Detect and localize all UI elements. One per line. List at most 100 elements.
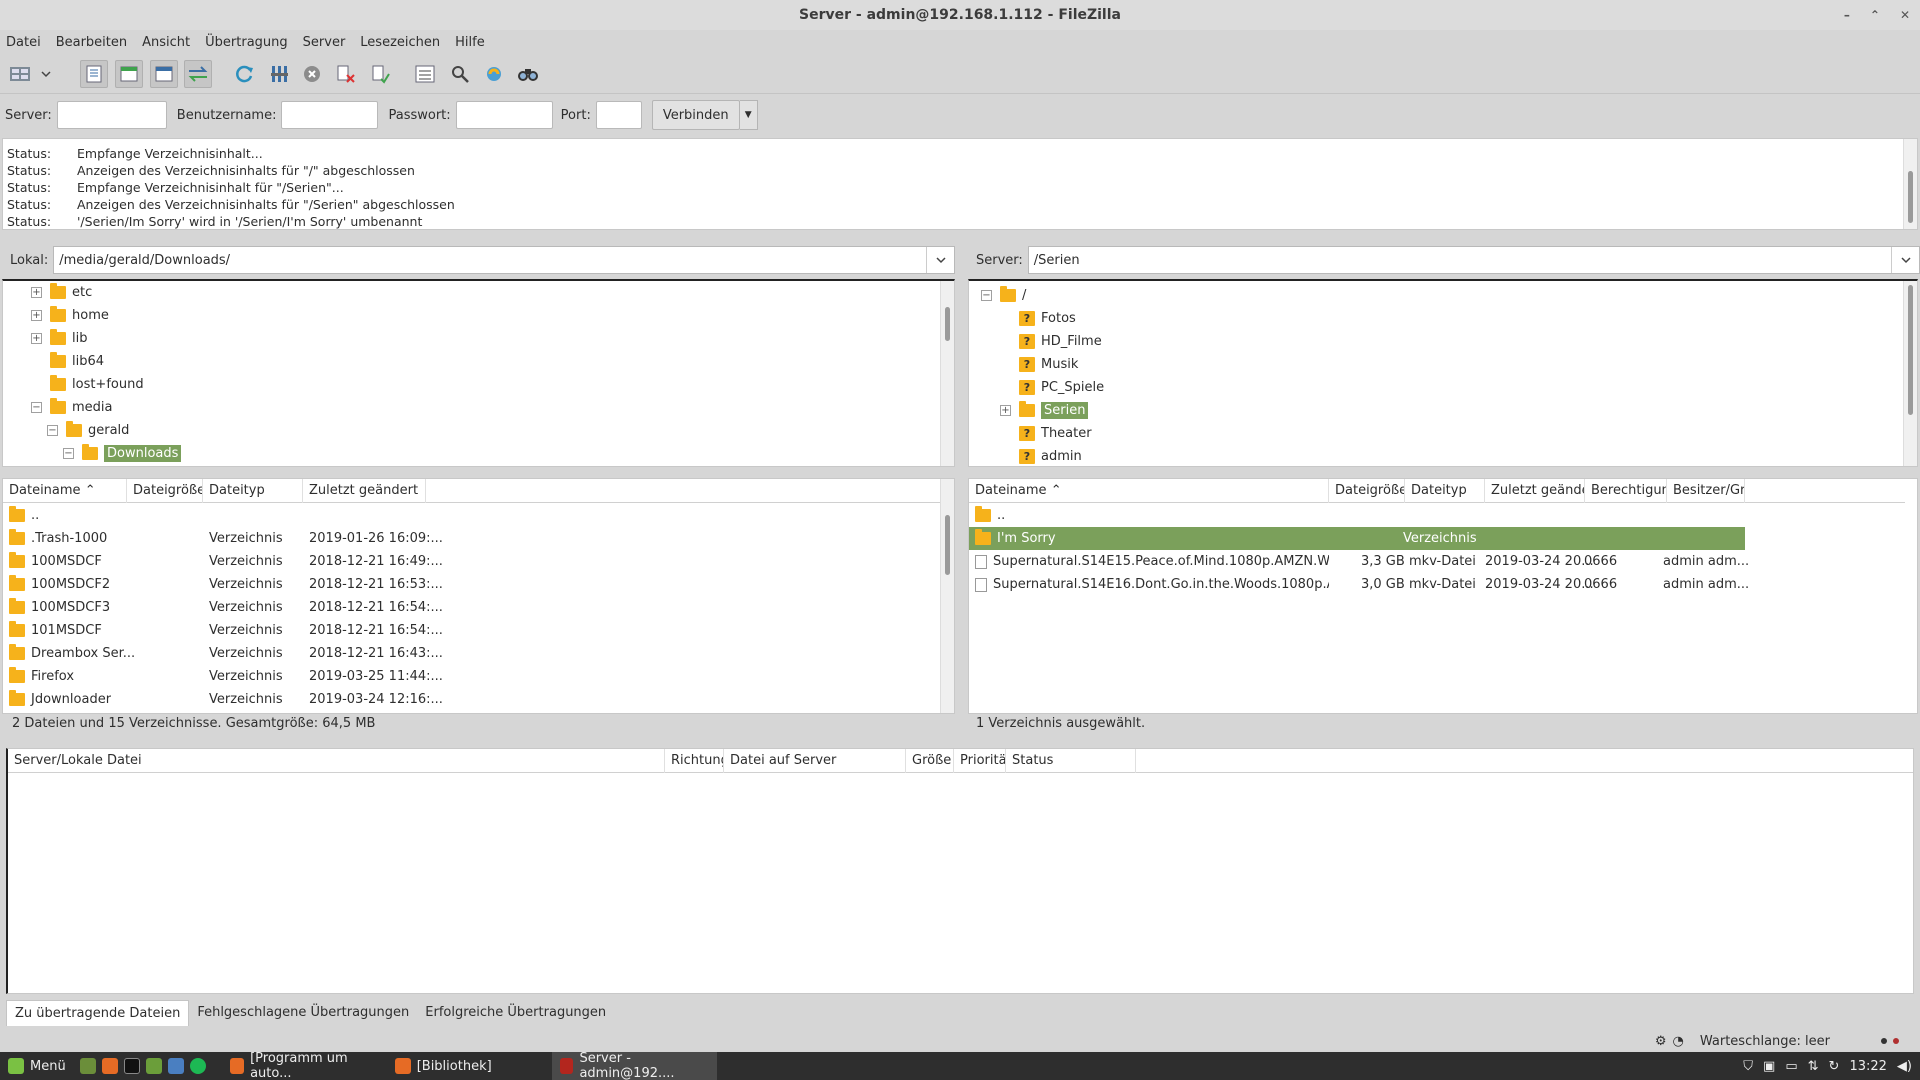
table-row-selected[interactable]: I'm Sorry Verzeichnis: [969, 527, 1745, 550]
minimize-icon[interactable]: –: [1844, 0, 1850, 30]
site-manager-icon[interactable]: [6, 60, 34, 88]
show-desktop-icon[interactable]: [79, 1058, 96, 1074]
tab-failed-transfers[interactable]: Fehlgeschlagene Übertragungen: [189, 1000, 417, 1026]
menu-ansicht[interactable]: Ansicht: [142, 35, 190, 50]
message-log[interactable]: Status: Empfange Verzeichnisinhalt... Sta…: [2, 138, 1918, 230]
tree-item-pc-spiele[interactable]: ? PC_Spiele: [1019, 376, 1104, 398]
refresh-icon[interactable]: [230, 60, 258, 88]
tree-item-theater[interactable]: ? Theater: [1019, 422, 1092, 444]
mail-launcher-icon[interactable]: [167, 1058, 184, 1074]
column-remote-file[interactable]: Datei auf Server: [724, 749, 906, 773]
menu-bearbeiten[interactable]: Bearbeiten: [56, 35, 127, 50]
table-row[interactable]: Firefox Verzeichnis 2019-03-25 11:44:...: [3, 665, 942, 688]
remote-path-input[interactable]: /Serien: [1027, 246, 1920, 274]
column-filename[interactable]: Dateiname ⌃: [3, 479, 127, 503]
chevron-down-icon[interactable]: [38, 60, 54, 88]
toggle-remote-tree-icon[interactable]: [150, 60, 178, 88]
menu-lesezeichen[interactable]: Lesezeichen: [360, 35, 440, 50]
column-permissions[interactable]: Berechtigung: [1585, 479, 1667, 503]
column-modified[interactable]: Zuletzt geändert: [1485, 479, 1585, 503]
start-menu-button[interactable]: Menü: [0, 1052, 74, 1080]
table-row[interactable]: Dreambox Ser... Verzeichnis 2018-12-21 1…: [3, 642, 942, 665]
local-tree-scrollbar[interactable]: [940, 281, 954, 466]
connect-button[interactable]: Verbinden: [651, 100, 740, 130]
menu-hilfe[interactable]: Hilfe: [455, 35, 485, 50]
tree-item-gerald[interactable]: − gerald: [47, 419, 129, 441]
clipboard-icon[interactable]: ▣: [1763, 1059, 1775, 1074]
tree-item-hd-filme[interactable]: ? HD_Filme: [1019, 330, 1102, 352]
table-row[interactable]: Jdownloader Verzeichnis 2019-03-24 12:16…: [3, 688, 942, 711]
terminal-launcher-icon[interactable]: [123, 1058, 140, 1074]
table-row[interactable]: ..: [969, 504, 1745, 527]
table-row[interactable]: 100MSDCF2 Verzeichnis 2018-12-21 16:53:.…: [3, 573, 942, 596]
directory-listing-filter-icon[interactable]: [411, 60, 439, 88]
disconnect-icon[interactable]: [332, 60, 360, 88]
sync-browsing-icon[interactable]: [480, 60, 508, 88]
remote-tree-scrollbar[interactable]: [1903, 281, 1917, 466]
battery-icon[interactable]: ▭: [1785, 1059, 1797, 1074]
column-direction[interactable]: Richtung: [665, 749, 724, 773]
speed-limit-icon[interactable]: ◔: [1673, 1034, 1684, 1049]
tree-item-home[interactable]: + home: [31, 304, 109, 326]
tree-item-etc[interactable]: + etc: [31, 281, 92, 303]
remote-directory-tree[interactable]: − / ? Fotos ? HD_Filme ? Musik ? PC_Spiele + S…: [968, 279, 1918, 467]
close-icon[interactable]: ✕: [1900, 0, 1910, 30]
column-filesize[interactable]: Dateigröße: [127, 479, 203, 503]
table-row[interactable]: ..: [3, 504, 942, 527]
chevron-down-icon[interactable]: [1891, 247, 1919, 273]
username-input[interactable]: [281, 101, 379, 129]
server-input[interactable]: [56, 101, 167, 129]
cancel-icon[interactable]: [298, 60, 326, 88]
tree-item-lost-found[interactable]: lost+found: [50, 373, 144, 395]
local-list-scrollbar[interactable]: [940, 479, 954, 713]
table-row[interactable]: 101MSDCF Verzeichnis 2018-12-21 16:54:..…: [3, 619, 942, 642]
firefox-launcher-icon[interactable]: [101, 1058, 118, 1074]
column-status[interactable]: Status: [1006, 749, 1136, 773]
tree-item-admin[interactable]: ? admin: [1019, 445, 1082, 466]
compare-directories-icon[interactable]: [446, 60, 474, 88]
spotify-launcher-icon[interactable]: [189, 1058, 206, 1074]
connect-history-dropdown[interactable]: ▼: [739, 100, 758, 130]
table-row[interactable]: .Trash-1000 Verzeichnis 2019-01-26 16:09…: [3, 527, 942, 550]
menu-uebertragung[interactable]: Übertragung: [205, 35, 288, 50]
table-row[interactable]: 100MSDCF Verzeichnis 2018-12-21 16:49:..…: [3, 550, 942, 573]
settings-gear-icon[interactable]: ⚙: [1655, 1034, 1667, 1049]
taskbar-item-filezilla[interactable]: Server - admin@192....: [551, 1051, 717, 1080]
local-directory-tree[interactable]: + etc + home + lib lib64 lost+found − media …: [2, 279, 955, 467]
column-filename[interactable]: Dateiname ⌃: [969, 479, 1329, 503]
column-local-file[interactable]: Server/Lokale Datei: [8, 749, 665, 773]
chevron-down-icon[interactable]: [926, 247, 954, 273]
tab-queued-files[interactable]: Zu übertragende Dateien: [6, 1000, 190, 1026]
restore-icon[interactable]: ⌃: [1870, 0, 1880, 30]
menu-server[interactable]: Server: [303, 35, 346, 50]
password-input[interactable]: [455, 101, 553, 129]
column-filetype[interactable]: Dateityp: [203, 479, 303, 503]
column-size[interactable]: Größe: [906, 749, 954, 773]
network-icon[interactable]: ⇅: [1808, 1059, 1819, 1074]
transfer-queue[interactable]: Server/Lokale Datei Richtung Datei auf S…: [6, 748, 1914, 994]
toggle-queue-icon[interactable]: [184, 60, 212, 88]
tree-item-media[interactable]: − media: [31, 396, 113, 418]
process-queue-icon[interactable]: [265, 60, 293, 88]
column-owner[interactable]: Besitzer/Gru: [1667, 479, 1745, 503]
files-launcher-icon[interactable]: [145, 1058, 162, 1074]
shield-icon[interactable]: ⛉: [1743, 1059, 1753, 1074]
remote-file-list[interactable]: Dateiname ⌃ Dateigröße Dateityp Zuletzt …: [968, 478, 1918, 714]
tree-item-lib64[interactable]: lib64: [50, 350, 104, 372]
table-row[interactable]: 100MSDCF3 Verzeichnis 2018-12-21 16:54:.…: [3, 596, 942, 619]
taskbar-item-firefox-program[interactable]: [Programm um auto...: [222, 1051, 387, 1080]
clock[interactable]: 13:22: [1849, 1059, 1886, 1074]
tree-item-musik[interactable]: ? Musik: [1019, 353, 1078, 375]
volume-icon[interactable]: ◀): [1897, 1059, 1912, 1074]
table-row[interactable]: Supernatural.S14E15.Peace.of.Mind.1080p.…: [969, 550, 1749, 573]
column-modified[interactable]: Zuletzt geändert: [303, 479, 426, 503]
local-path-input[interactable]: /media/gerald/Downloads/: [53, 246, 955, 274]
menu-datei[interactable]: Datei: [6, 35, 41, 50]
column-priority[interactable]: Priorität: [954, 749, 1006, 773]
table-row[interactable]: Supernatural.S14E16.Dont.Go.in.the.Woods…: [969, 573, 1749, 596]
port-input[interactable]: [595, 101, 642, 129]
search-icon[interactable]: [514, 60, 542, 88]
tree-item-root[interactable]: − /: [981, 284, 1026, 306]
update-icon[interactable]: ↻: [1829, 1059, 1840, 1074]
tree-item-lib[interactable]: + lib: [31, 327, 87, 349]
